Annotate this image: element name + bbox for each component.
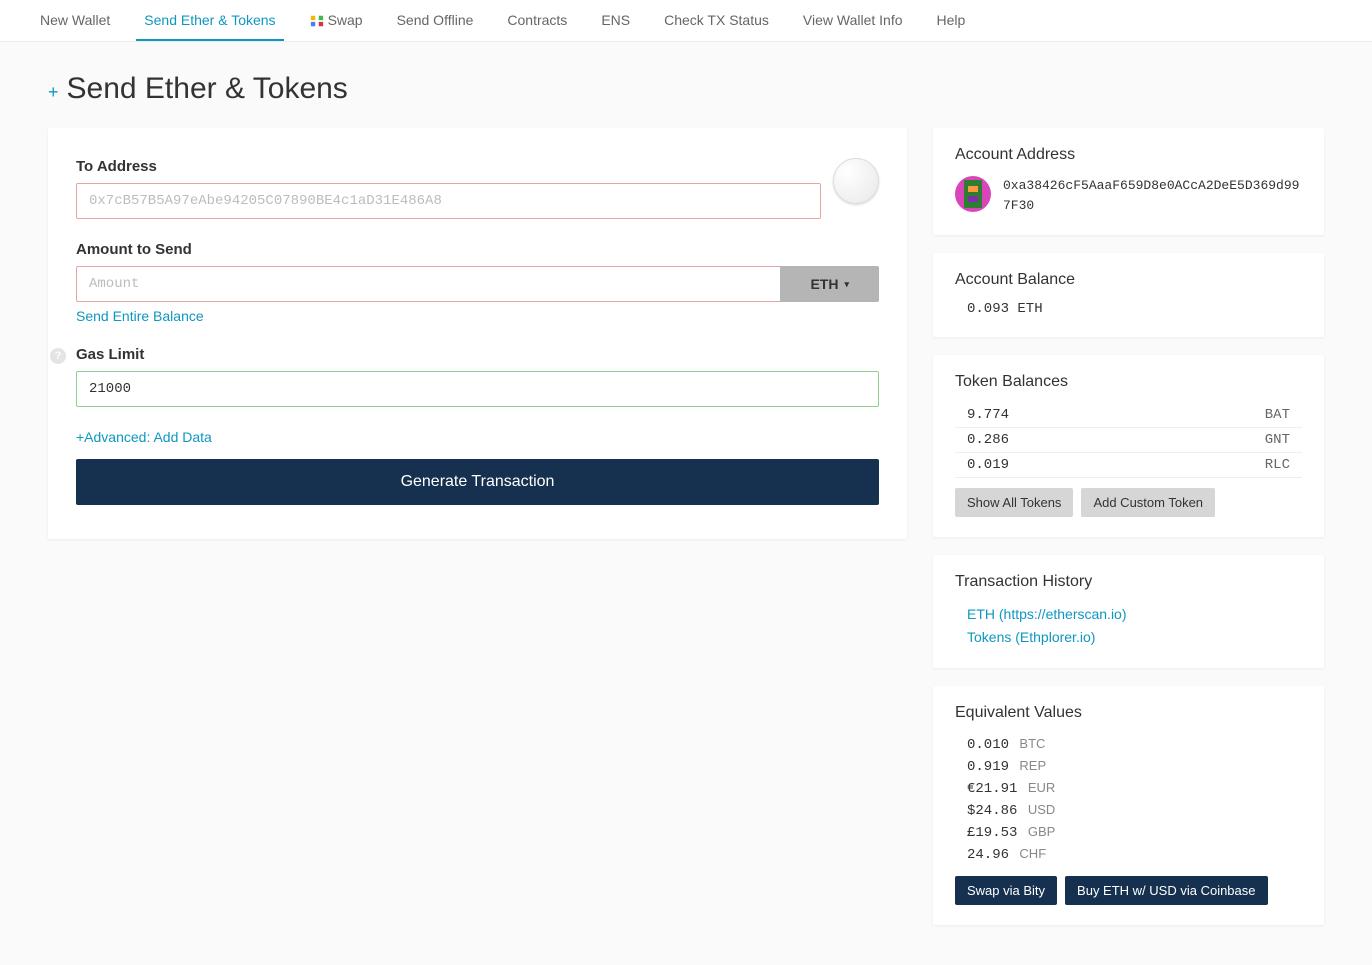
to-address-identicon [833,158,879,204]
nav-ens[interactable]: ENS [593,0,638,41]
nav-contracts[interactable]: Contracts [499,0,575,41]
to-address-input[interactable] [76,183,821,219]
currency-dropdown[interactable]: ETH ▾ [780,266,879,302]
show-all-tokens-button[interactable]: Show All Tokens [955,488,1073,517]
chevron-down-icon: ▾ [844,279,849,290]
nav-send-offline[interactable]: Send Offline [389,0,482,41]
advanced-add-data-link[interactable]: +Advanced: Add Data [76,429,212,445]
swap-icon [310,14,324,28]
transaction-history-title: Transaction History [955,573,1302,591]
nav-send-ether[interactable]: Send Ether & Tokens [136,0,283,41]
account-address-title: Account Address [955,146,1302,164]
equivalent-values-card: Equivalent Values 0.010 BTC 0.919 REP €2… [933,686,1324,925]
equiv-row: $24.86 USD [955,800,1302,822]
amount-input[interactable] [76,266,780,302]
nav-swap[interactable]: Swap [302,0,371,41]
to-address-label: To Address [76,158,821,175]
history-etherscan-link[interactable]: ETH (https://etherscan.io) [967,603,1302,625]
account-balance-title: Account Balance [955,271,1302,289]
token-balances-title: Token Balances [955,373,1302,391]
nav-wallet-info[interactable]: View Wallet Info [795,0,911,41]
send-entire-balance-link[interactable]: Send Entire Balance [76,308,204,324]
nav-help[interactable]: Help [929,0,974,41]
nav-check-tx[interactable]: Check TX Status [656,0,777,41]
account-address-card: Account Address 0xa38426cF5AaaF659D8e0AC… [933,128,1324,235]
account-identicon [955,176,991,212]
account-balance-card: Account Balance 0.093 ETH [933,253,1324,337]
help-icon[interactable]: ? [50,348,66,364]
send-form-card: To Address Amount to Send ETH ▾ Send Ent… [48,128,907,539]
token-row: 0.286GNT [955,428,1302,453]
equiv-row: £19.53 GBP [955,822,1302,844]
equivalent-values-title: Equivalent Values [955,704,1302,722]
expand-icon[interactable]: + [48,82,59,103]
equiv-row: 0.010 BTC [955,734,1302,756]
buy-eth-coinbase-button[interactable]: Buy ETH w/ USD via Coinbase [1065,876,1267,905]
swap-via-bity-button[interactable]: Swap via Bity [955,876,1057,905]
token-row: 9.774BAT [955,403,1302,428]
top-nav: New Wallet Send Ether & Tokens Swap Send… [0,0,1372,42]
equiv-row: 0.919 REP [955,756,1302,778]
page-title: Send Ether & Tokens [67,72,348,106]
token-row: 0.019RLC [955,453,1302,478]
account-address-value: 0xa38426cF5AaaF659D8e0ACcA2DeE5D369d997F… [1003,176,1302,215]
equiv-row: 24.96 CHF [955,844,1302,866]
gas-limit-label: ? Gas Limit [76,346,879,363]
account-balance-value: 0.093 ETH [955,301,1302,317]
token-balances-card: Token Balances 9.774BAT 0.286GNT 0.019RL… [933,355,1324,537]
nav-new-wallet[interactable]: New Wallet [32,0,118,41]
generate-transaction-button[interactable]: Generate Transaction [76,459,879,505]
add-custom-token-button[interactable]: Add Custom Token [1081,488,1215,517]
transaction-history-card: Transaction History ETH (https://ethersc… [933,555,1324,668]
gas-limit-input[interactable] [76,371,879,407]
amount-label: Amount to Send [76,241,879,258]
equiv-row: €21.91 EUR [955,778,1302,800]
history-ethplorer-link[interactable]: Tokens (Ethplorer.io) [967,626,1302,648]
